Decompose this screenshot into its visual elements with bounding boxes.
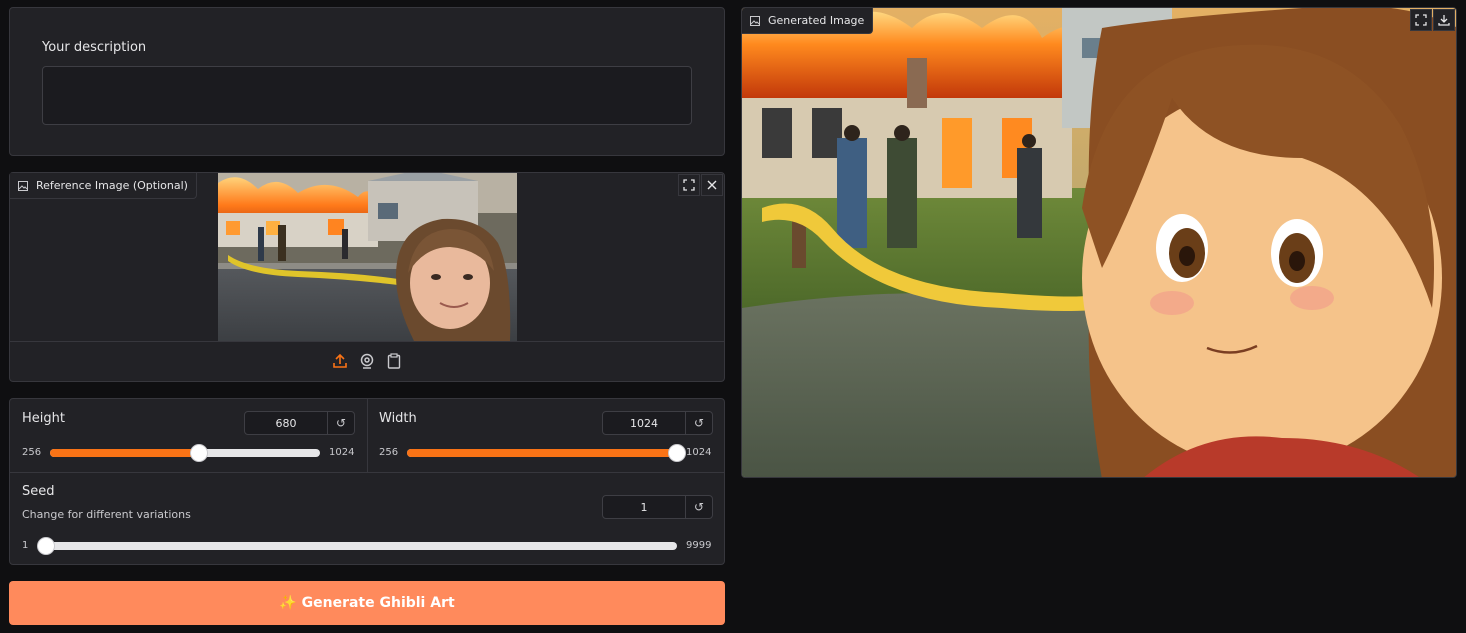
download-icon bbox=[1438, 15, 1450, 26]
seed-slider-thumb[interactable] bbox=[37, 537, 55, 555]
seed-input[interactable]: 1 bbox=[603, 496, 685, 518]
height-max-label: 1024 bbox=[329, 447, 355, 458]
settings-panel: Height 680 ↺ 256 1024 Width 1024 ↺ 256 1… bbox=[9, 398, 725, 565]
width-slider[interactable] bbox=[407, 444, 686, 462]
width-input[interactable]: 1024 bbox=[603, 412, 685, 434]
height-slider-fill bbox=[50, 449, 200, 457]
settings-horizontal-divider bbox=[10, 472, 724, 473]
width-label: Width bbox=[379, 411, 417, 426]
description-panel: Your description bbox=[9, 7, 725, 156]
seed-label: Seed bbox=[22, 484, 55, 499]
generated-fullscreen-button[interactable] bbox=[1410, 9, 1432, 31]
image-icon bbox=[18, 180, 28, 191]
height-min-label: 256 bbox=[22, 447, 42, 458]
height-label: Height bbox=[22, 411, 65, 426]
width-number-field: 1024 ↺ bbox=[602, 411, 713, 435]
upload-button[interactable] bbox=[332, 353, 348, 369]
generate-button[interactable]: ✨ Generate Ghibli Art bbox=[9, 581, 725, 625]
fullscreen-icon bbox=[683, 179, 695, 191]
reference-fullscreen-button[interactable] bbox=[678, 174, 700, 196]
seed-max-label: 9999 bbox=[686, 540, 712, 551]
upload-icon bbox=[333, 353, 347, 368]
width-slider-fill bbox=[407, 449, 677, 457]
reference-image-label: Reference Image (Optional) bbox=[36, 179, 188, 192]
seed-info: Change for different variations bbox=[22, 508, 191, 521]
settings-vertical-divider bbox=[367, 399, 368, 472]
reference-clear-button[interactable] bbox=[701, 174, 723, 196]
webcam-icon bbox=[360, 353, 374, 369]
close-icon bbox=[707, 180, 717, 190]
download-button[interactable] bbox=[1433, 9, 1455, 31]
width-reset-button[interactable]: ↺ bbox=[685, 412, 712, 434]
generated-image bbox=[742, 8, 1456, 477]
reference-photo bbox=[218, 173, 517, 341]
width-max-label: 1024 bbox=[686, 447, 712, 458]
generated-image-label-tab: Generated Image bbox=[742, 8, 874, 34]
generated-image-label: Generated Image bbox=[768, 14, 865, 27]
seed-number-field: 1 ↺ bbox=[602, 495, 713, 519]
height-reset-button[interactable]: ↺ bbox=[327, 412, 354, 434]
fullscreen-icon bbox=[1415, 14, 1427, 26]
generated-image-panel: Generated Image bbox=[741, 7, 1457, 478]
description-textarea[interactable] bbox=[42, 66, 692, 125]
height-input[interactable]: 680 bbox=[245, 412, 327, 434]
webcam-button[interactable] bbox=[359, 353, 375, 369]
width-min-label: 256 bbox=[379, 447, 399, 458]
clipboard-button[interactable] bbox=[386, 353, 402, 369]
width-slider-thumb[interactable] bbox=[668, 444, 686, 462]
seed-min-label: 1 bbox=[22, 540, 29, 551]
description-label: Your description bbox=[42, 40, 147, 55]
reference-divider bbox=[10, 341, 724, 342]
reference-image-label-tab: Reference Image (Optional) bbox=[10, 173, 197, 199]
height-slider[interactable] bbox=[50, 444, 320, 462]
image-icon bbox=[750, 15, 760, 26]
seed-slider[interactable] bbox=[37, 537, 677, 555]
clipboard-icon bbox=[387, 353, 401, 369]
height-number-field: 680 ↺ bbox=[244, 411, 355, 435]
seed-reset-button[interactable]: ↺ bbox=[685, 496, 712, 518]
reference-image-panel: Reference Image (Optional) bbox=[9, 172, 725, 382]
height-slider-thumb[interactable] bbox=[190, 444, 209, 462]
